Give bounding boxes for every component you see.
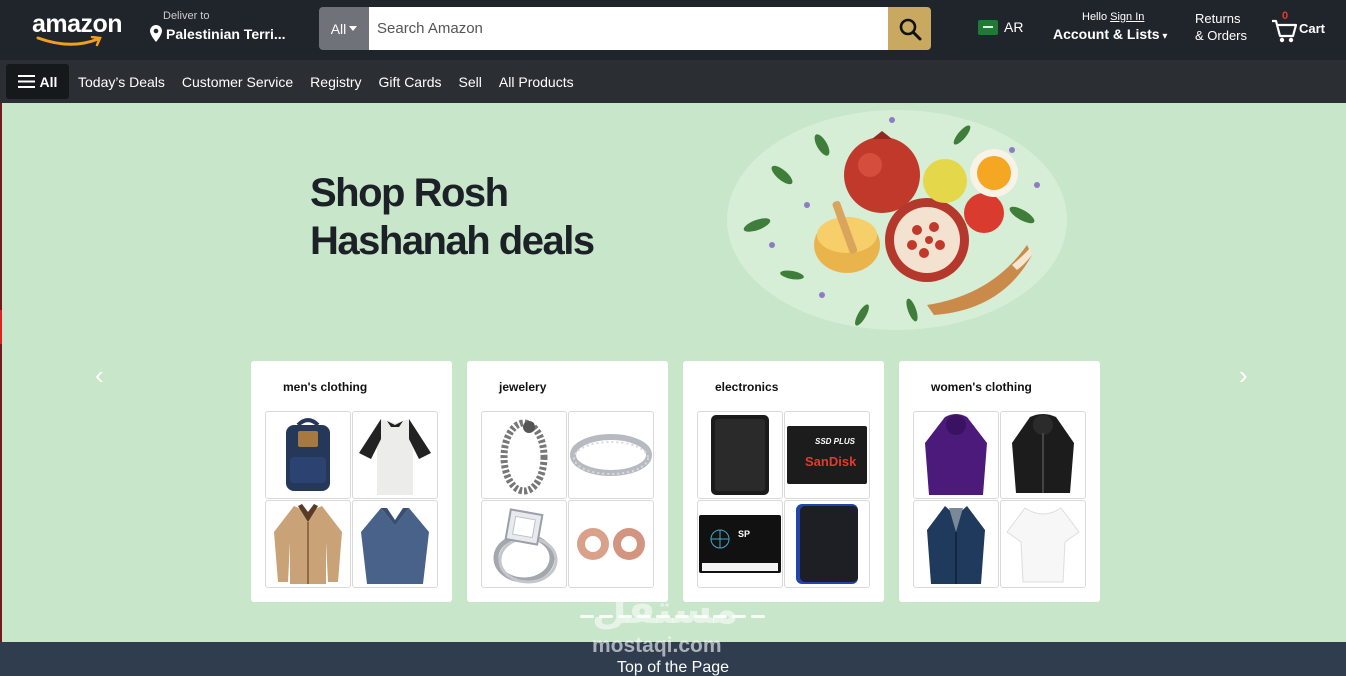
account-lists[interactable]: Hello Sign In Account & Lists ▾ <box>1053 11 1167 42</box>
dragon-bracelet-icon <box>500 419 548 495</box>
hero-title: Shop Rosh Hashanah deals <box>310 171 595 263</box>
mostaql-watermark: مستقل <box>592 587 738 633</box>
saudi-flag-icon <box>978 19 998 35</box>
purple-parka-icon <box>925 414 987 495</box>
deliver-to[interactable]: Deliver to Palestinian Terri... <box>150 10 286 42</box>
wd-portable-drive-icon <box>796 504 858 584</box>
category-cards: men's clothing jewelery electronics SSD … <box>251 361 1100 602</box>
watermark-arabic: مستقل <box>592 587 739 633</box>
svg-text:SP: SP <box>738 529 750 539</box>
product-thumbnail[interactable] <box>1000 411 1086 499</box>
sandisk-ssd-icon: SSD PLUS SanDisk <box>787 426 867 484</box>
cart-button[interactable]: 0 Cart <box>1271 10 1326 44</box>
deliver-label: Deliver to <box>163 10 210 22</box>
caret-down-icon <box>349 26 358 31</box>
deliver-location: Palestinian Terri... <box>166 25 286 42</box>
hero-carousel: Shop Rosh Hashanah deals ‹ › men's cloth… <box>2 103 1346 643</box>
sp-ssd-icon: SP <box>699 515 781 573</box>
caret-down-icon: ▾ <box>1159 31 1168 42</box>
product-thumbnail[interactable] <box>568 411 654 499</box>
back-to-top-label: Top of the Page <box>616 659 730 676</box>
white-top-icon <box>1006 507 1080 583</box>
card-title: women's clothing <box>931 380 1032 394</box>
search-input[interactable] <box>369 7 888 50</box>
category-card-electronics[interactable]: electronics SSD PLUS SanDisk SP <box>683 361 884 602</box>
cart-label: Cart <box>1299 21 1326 36</box>
account-lists-label: Account & Lists <box>1053 26 1160 42</box>
svg-text:SanDisk: SanDisk <box>805 454 857 469</box>
nav-link-registry[interactable]: Registry <box>310 74 361 90</box>
sign-in-link[interactable]: Sign In <box>1110 11 1144 23</box>
category-card-womens-clothing[interactable]: women's clothing <box>899 361 1100 602</box>
amazon-logo[interactable]: amazon <box>30 8 130 48</box>
nav-link-customer-service[interactable]: Customer Service <box>182 74 293 90</box>
product-thumbnail[interactable] <box>481 500 567 588</box>
product-thumbnail[interactable] <box>697 411 783 499</box>
logo-text: amazon <box>32 10 123 38</box>
returns-orders[interactable]: Returns & Orders <box>1195 10 1247 44</box>
top-header: amazon Deliver to Palestinian Terri... A… <box>0 0 1346 60</box>
returns-label: Returns <box>1195 11 1241 26</box>
category-card-mens-clothing[interactable]: men's clothing <box>251 361 452 602</box>
language-selector[interactable]: AR <box>978 19 1023 35</box>
backpack-icon <box>286 418 330 491</box>
logo-smile-icon <box>36 36 102 47</box>
search-category-select[interactable]: All <box>319 7 369 50</box>
orders-label: & Orders <box>1195 28 1248 43</box>
jacket-icon <box>274 504 342 584</box>
card-title: men's clothing <box>283 380 368 394</box>
external-hdd-icon <box>711 415 769 495</box>
navy-coat-icon <box>927 506 985 584</box>
product-thumbnail[interactable] <box>352 411 438 499</box>
nav-link-all-products[interactable]: All Products <box>499 74 574 90</box>
all-menu-label: All <box>39 73 58 90</box>
nav-bar: All Today’s Deals Customer Service Regis… <box>0 60 1346 103</box>
raglan-tee-icon <box>359 419 431 495</box>
nav-link-sell[interactable]: Sell <box>459 74 482 90</box>
nav-link-gift-cards[interactable]: Gift Cards <box>379 74 442 90</box>
carousel-next-arrow[interactable]: › <box>1239 360 1248 391</box>
vneck-sweater-icon <box>361 508 429 584</box>
product-thumbnail[interactable] <box>352 500 438 588</box>
nav-link-todays-deals[interactable]: Today’s Deals <box>78 74 165 90</box>
rosh-hashanah-food-illustration <box>727 110 1067 330</box>
carousel-prev-arrow[interactable]: ‹ <box>95 360 104 391</box>
language-code: AR <box>1004 19 1024 35</box>
search-icon <box>899 18 921 40</box>
category-card-jewelery[interactable]: jewelery <box>467 361 668 602</box>
nav-links: Today’s Deals Customer Service Registry … <box>78 74 574 90</box>
all-menu-button[interactable]: All <box>6 64 69 99</box>
hamburger-menu-icon <box>17 75 35 88</box>
hello-text: Hello <box>1082 11 1108 23</box>
product-thumbnail[interactable] <box>481 411 567 499</box>
black-leather-jacket-icon <box>1012 414 1074 493</box>
product-thumbnail[interactable] <box>265 411 351 499</box>
product-thumbnail[interactable] <box>1000 500 1086 588</box>
search-category-label: All <box>330 20 347 37</box>
diamond-ring-icon <box>493 508 558 584</box>
product-thumbnail[interactable] <box>913 500 999 588</box>
silver-bangle-icon <box>570 434 652 476</box>
location-pin-icon <box>150 25 162 42</box>
product-thumbnail[interactable] <box>913 411 999 499</box>
product-thumbnail[interactable]: SP <box>697 500 783 588</box>
product-thumbnail[interactable]: SSD PLUS SanDisk <box>784 411 870 499</box>
watermark-latin: mostaqi.com <box>592 634 722 657</box>
svg-text:SSD PLUS: SSD PLUS <box>815 437 856 446</box>
card-title: jewelery <box>499 380 547 394</box>
rose-gold-plugs-icon <box>577 528 645 560</box>
search-button[interactable] <box>888 7 931 50</box>
product-thumbnail[interactable] <box>784 500 870 588</box>
card-title: electronics <box>715 380 779 394</box>
cart-count: 0 <box>1282 10 1289 22</box>
product-thumbnail[interactable] <box>568 500 654 588</box>
product-thumbnail[interactable] <box>265 500 351 588</box>
search-bar: All <box>319 7 931 50</box>
carousel-dot[interactable] <box>751 615 765 618</box>
